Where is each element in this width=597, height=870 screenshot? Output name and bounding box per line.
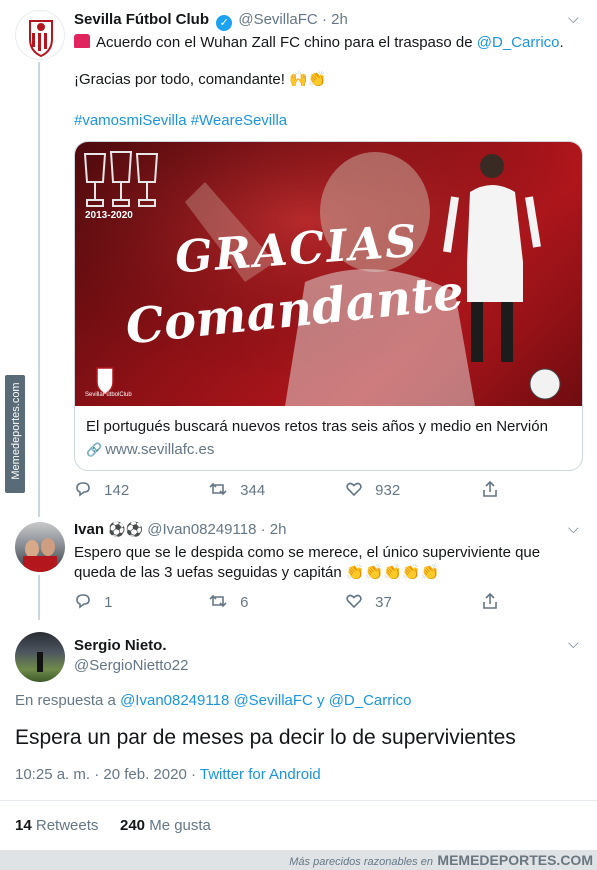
hashtags[interactable]: #vamosmiSevilla #WeareSevilla — [74, 111, 287, 131]
card-url-text: www.sevillafc.es — [105, 441, 215, 458]
chevron-down-icon[interactable]: ⌵ — [568, 635, 579, 652]
tweet1-header: Sevilla Fútbol Club ✓ @SevillaFC · 2h — [74, 11, 348, 31]
card-graphic — [75, 142, 582, 406]
share-icon — [483, 592, 497, 609]
likes-label: Me gusta — [149, 817, 211, 834]
like-button[interactable]: 37 — [345, 592, 392, 611]
reply-icon — [76, 594, 90, 609]
footer-brand: MEMEDEPORTES.COM — [437, 852, 593, 868]
tweet2-line2: queda de las 3 uefas seguidas y capitán … — [74, 563, 439, 583]
tweet-ivan[interactable]: Ivan ⚽⚽ @Ivan08249118 · 2h ⌵ Espero que … — [0, 510, 597, 620]
link-card[interactable]: 2013-2020 GRACIAS Comandante SevillaFútb… — [74, 141, 583, 471]
tweet1-emoji: 🙌👏 — [289, 71, 327, 88]
footer-prefix: Más parecidos razonables en — [289, 856, 433, 868]
tweet3-text: Espera un par de meses pa decir lo de su… — [15, 726, 516, 749]
share-button[interactable] — [481, 480, 499, 499]
like-icon — [346, 482, 362, 497]
share-button[interactable] — [481, 592, 499, 611]
card-image: 2013-2020 GRACIAS Comandante SevillaFútb… — [75, 142, 582, 406]
sevilla-crest-icon — [29, 20, 53, 58]
tweet3-meta: 10:25 a. m. · 20 feb. 2020 · Twitter for… — [15, 765, 321, 785]
tweet1-gracias-text: ¡Gracias por todo, comandante! — [74, 71, 285, 88]
tweet2-emoji: 👏👏👏👏👏 — [345, 564, 440, 581]
tweet3-name: Sergio Nieto. — [74, 637, 167, 654]
avatar-shirt — [23, 556, 57, 572]
like-button[interactable]: 932 — [345, 480, 400, 499]
tweet-sergio[interactable]: Sergio Nieto. @SergioNietto22 ⌵ En respu… — [0, 620, 597, 800]
retweet-icon — [209, 594, 227, 608]
tweet2-header: Ivan ⚽⚽ @Ivan08249118 · 2h — [74, 521, 286, 538]
card-years: 2013-2020 — [85, 210, 133, 221]
card-url[interactable]: 🔗 www.sevillafc.es — [86, 441, 214, 458]
retweet-count: 344 — [240, 482, 266, 499]
likes-count: 240 — [120, 817, 146, 834]
retweet-button[interactable]: 6 — [208, 592, 249, 611]
footer-text: Más parecidos razonables en MEMEDEPORTES… — [289, 852, 593, 870]
tweet-source[interactable]: Twitter for Android — [200, 766, 321, 783]
card-caption: El portugués buscará nuevos retos tras s… — [86, 418, 548, 435]
tweet-sevilla[interactable]: Sevilla Fútbol Club ✓ @SevillaFC · 2h ⌵ … — [0, 0, 597, 510]
tweet1-line2: ¡Gracias por todo, comandante! 🙌👏 — [74, 70, 326, 90]
reply-count: 1 — [104, 594, 113, 611]
tweet2-line2-text: queda de las 3 uefas seguidas y capitán — [74, 564, 342, 581]
retweets-stat[interactable]: 14 Retweets — [15, 817, 98, 834]
share-icon — [483, 480, 497, 497]
verified-icon: ✓ — [216, 15, 233, 31]
mention-link[interactable]: @D_Carrico — [477, 34, 560, 51]
reply-prefix: En respuesta a — [15, 692, 116, 709]
tweet-time[interactable]: · 2h — [261, 521, 287, 538]
tweet-timestamp[interactable]: 10:25 a. m. · 20 feb. 2020 · — [15, 766, 196, 783]
retweet-button[interactable]: 344 — [208, 480, 265, 499]
reply-count: 142 — [104, 482, 130, 499]
retweet-icon — [209, 482, 227, 496]
tweet1-text-suffix: . — [559, 34, 564, 51]
tweet1-text-prefix: Acuerdo con el Wuhan Zall FC chino para … — [96, 34, 473, 51]
engagement-stats: 14 Retweets 240 Me gusta — [0, 800, 597, 850]
author-name[interactable]: Sergio Nieto. — [74, 637, 167, 654]
tweet1-line1: Acuerdo con el Wuhan Zall FC chino para … — [74, 33, 564, 53]
tweet3-handle: @SergioNietto22 — [74, 657, 188, 674]
retweet-count: 6 — [240, 594, 249, 611]
tweet1-actions: 142 344 932 — [0, 480, 597, 502]
author-handle[interactable]: @SevillaFC — [238, 11, 317, 28]
card-crest-label: SevillaFútbolClub — [85, 392, 132, 398]
likes-stat[interactable]: 240 Me gusta — [120, 817, 211, 834]
ivan-avatar[interactable] — [15, 522, 65, 572]
reply-icon — [76, 482, 90, 497]
avatar-photo-2 — [41, 538, 55, 556]
author-name[interactable]: Ivan — [74, 521, 104, 538]
tweet2-actions: 1 6 37 — [0, 592, 597, 614]
chevron-down-icon[interactable]: ⌵ — [568, 10, 579, 27]
reply-context: En respuesta a @Ivan08249118 @SevillaFC … — [15, 691, 411, 711]
chevron-down-icon[interactable]: ⌵ — [568, 520, 579, 537]
sergio-avatar[interactable] — [15, 632, 65, 682]
retweets-count: 14 — [15, 817, 32, 834]
sevilla-avatar[interactable] — [15, 10, 65, 60]
link-icon: 🔗 — [86, 442, 103, 457]
like-icon — [346, 594, 362, 609]
reply-button[interactable]: 1 — [74, 592, 113, 611]
like-count: 37 — [375, 594, 392, 611]
footer-watermark: Más parecidos razonables en MEMEDEPORTES… — [0, 850, 597, 870]
like-count: 932 — [375, 482, 401, 499]
reply-button[interactable]: 142 — [74, 480, 129, 499]
author-handle[interactable]: @SergioNietto22 — [74, 657, 188, 674]
tweet-time[interactable]: · 2h — [322, 11, 348, 28]
reply-mentions[interactable]: @Ivan08249118 @SevillaFC y @D_Carrico — [120, 692, 411, 709]
author-name-emoji: ⚽⚽ — [108, 521, 144, 537]
retweets-label: Retweets — [35, 817, 99, 834]
author-handle[interactable]: @Ivan08249118 — [147, 521, 256, 538]
tweet2-line1: Espero que se le despida como se merece,… — [74, 544, 541, 561]
siren-icon — [74, 34, 90, 48]
author-name[interactable]: Sevilla Fútbol Club — [74, 11, 209, 28]
avatar-figure — [37, 652, 43, 672]
